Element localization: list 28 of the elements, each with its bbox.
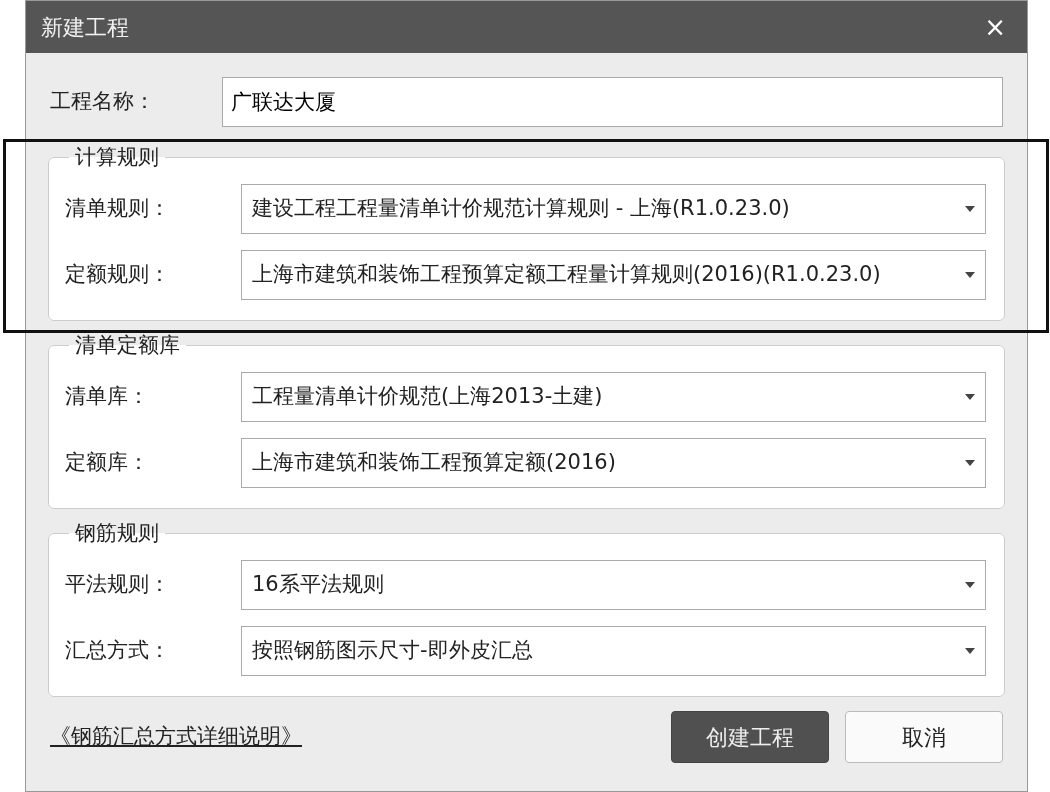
dropdown[interactable]: 按照钢筋图示尺寸-即外皮汇总: [241, 626, 986, 676]
field-label: 定额规则：: [65, 261, 171, 289]
group-title: 钢筋规则: [74, 523, 160, 544]
field-label: 平法规则：: [65, 571, 171, 599]
dropdown[interactable]: 上海市建筑和装饰工程预算定额工程量计算规则(2016)(R1.0.23.0): [241, 250, 986, 300]
caret-icon: [965, 582, 975, 588]
cancel-button[interactable]: 取消: [845, 711, 1003, 763]
dropdown[interactable]: 建设工程工程量清单计价规范计算规则 - 上海(R1.0.23.0): [241, 184, 986, 234]
input-field[interactable]: 广联达大厦: [221, 77, 1003, 127]
group-title: 计算规则: [74, 147, 160, 168]
caret-icon: [965, 394, 975, 400]
help-link[interactable]: 《钢筋汇总方式详细说明》: [50, 721, 302, 753]
field-label: 清单库：: [65, 383, 150, 411]
dropdown[interactable]: 工程量清单计价规范(上海2013-土建): [241, 372, 986, 422]
dropdown[interactable]: 16系平法规则: [241, 560, 986, 610]
caret-icon: [965, 272, 975, 278]
field-label: 清单规则：: [65, 195, 171, 223]
caret-icon: [965, 460, 975, 466]
field-label: 汇总方式：: [65, 637, 171, 665]
caret-icon: [965, 206, 975, 212]
field-label: 定额库：: [65, 449, 150, 477]
dropdown[interactable]: 上海市建筑和装饰工程预算定额(2016): [241, 438, 986, 488]
group-title: 清单定额库: [74, 335, 181, 356]
close-button[interactable]: ×: [978, 14, 1012, 40]
field-label: 工程名称：: [50, 88, 156, 116]
caret-icon: [965, 648, 975, 654]
create-button[interactable]: 创建工程: [671, 711, 829, 763]
window-title: 新建工程: [41, 13, 129, 42]
